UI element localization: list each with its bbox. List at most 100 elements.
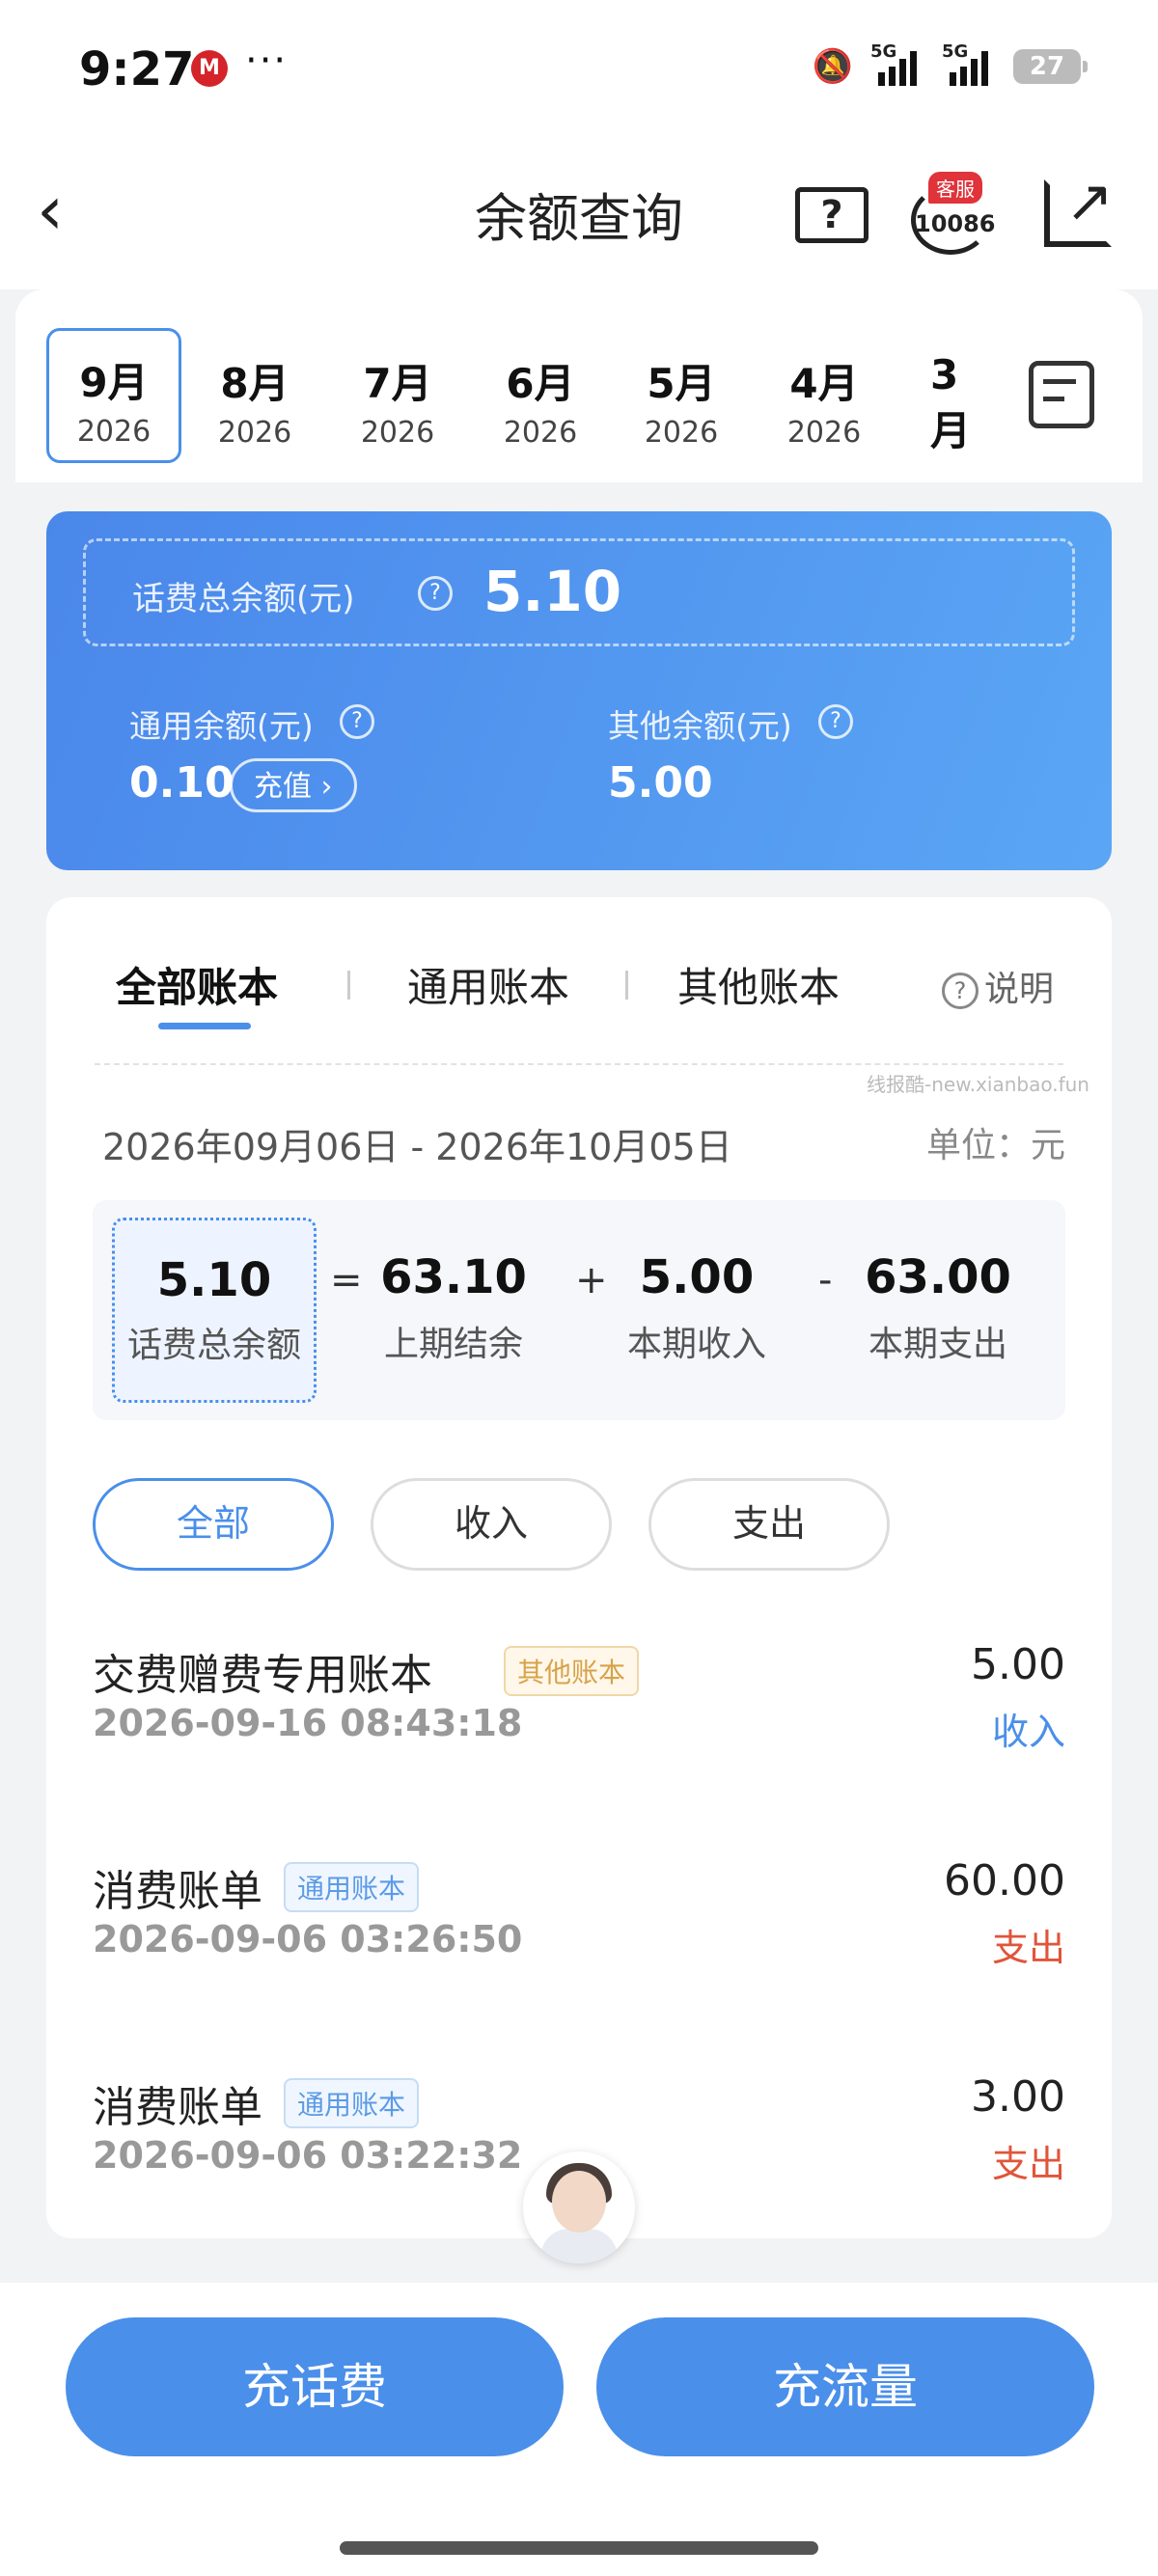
transaction-name: 消费账单 — [93, 1867, 262, 1916]
explain-label: 说明 — [984, 970, 1055, 1009]
month-tab-9[interactable]: 9月 2026 — [46, 328, 181, 463]
help-circle-icon[interactable]: ? — [340, 704, 374, 739]
other-balance-label: 其他余额(元) — [608, 707, 792, 745]
formula-label: 上期结余 — [383, 1325, 523, 1364]
network-type-label: 5G — [942, 41, 969, 62]
transaction-time: 2026-09-06 03:22:32 — [93, 2134, 523, 2177]
transaction-name: 消费账单 — [93, 2083, 262, 2132]
month-label: 5月 — [647, 360, 716, 407]
customer-service-icon[interactable]: 客服 10086 — [907, 168, 996, 255]
filter-all[interactable]: 全部 — [93, 1478, 334, 1571]
unit-label: 单位：元 — [925, 1126, 1065, 1165]
assistant-avatar[interactable] — [523, 2151, 635, 2263]
top-up-credit-button[interactable]: 充话费 — [66, 2317, 564, 2456]
help-circle-icon: ? — [942, 973, 979, 1009]
active-tab-indicator — [158, 1023, 251, 1029]
tab-all-ledger[interactable]: 全部账本 — [116, 955, 278, 1014]
formula-value: 5.00 — [639, 1250, 755, 1304]
transaction-type: 收入 — [991, 1711, 1065, 1753]
transaction-name: 交费赠费专用账本 — [93, 1651, 432, 1700]
transaction-amount: 60.00 — [944, 1856, 1065, 1905]
transaction-amount: 5.00 — [971, 1640, 1065, 1689]
bill-period: 2026年09月06日 - 2026年10月05日 — [102, 1126, 732, 1168]
formula-value: 63.00 — [865, 1250, 1011, 1304]
service-number: 10086 — [915, 210, 996, 237]
tab-divider — [625, 971, 628, 1000]
formula-total: 5.10 话费总余额 — [112, 1218, 317, 1403]
month-year: 2026 — [644, 416, 719, 450]
filter-income[interactable]: 收入 — [371, 1478, 612, 1571]
transaction-row[interactable]: 消费账单 通用账本 2026-09-06 03:26:50 60.00 支出 — [93, 1856, 1065, 1991]
tab-other-ledger[interactable]: 其他账本 — [677, 955, 840, 1014]
transaction-time: 2026-09-16 08:43:18 — [93, 1702, 523, 1744]
explain-link[interactable]: ? 说明 — [942, 961, 1054, 1011]
network-type-label: 5G — [870, 41, 897, 62]
other-balance-value: 5.00 — [608, 758, 713, 808]
tab-general-ledger[interactable]: 通用账本 — [407, 955, 569, 1014]
help-book-icon[interactable]: ? — [786, 168, 872, 255]
formula-income: 5.00 本期收入 — [591, 1200, 803, 1420]
avatar-face — [552, 2171, 606, 2233]
total-balance-label: 话费总余额(元) — [132, 580, 355, 618]
status-time: 9:27 — [79, 42, 195, 96]
month-year: 2026 — [217, 416, 292, 450]
ledger-badge: 其他账本 — [504, 1646, 640, 1696]
total-balance-value: 5.10 — [483, 559, 622, 624]
app-header: ‹ 余额查询 ? 客服 10086 ↗ — [0, 135, 1158, 289]
month-year: 2026 — [786, 416, 862, 450]
bottom-action-bar: 充话费 充流量 — [0, 2283, 1158, 2576]
help-circle-icon[interactable]: ? — [818, 704, 853, 739]
divider — [95, 1063, 1063, 1065]
help-circle-icon[interactable]: ? — [418, 576, 453, 611]
month-label: 7月 — [363, 360, 432, 407]
ledger-badge: 通用账本 — [284, 2078, 420, 2128]
balance-card: 话费总余额(元) ? 5.10 通用余额(元) ? 0.10 充值 › 其他余额… — [46, 511, 1112, 870]
total-balance-box: 话费总余额(元) ? 5.10 — [83, 538, 1075, 646]
status-indicators: 🔕 5G 5G 27 — [813, 41, 1088, 89]
transaction-amount: 3.00 — [971, 2072, 1065, 2122]
month-label: 4月 — [789, 360, 859, 407]
general-balance-label: 通用余额(元) — [129, 707, 314, 745]
month-year: 2026 — [503, 416, 578, 450]
transaction-row[interactable]: 交费赠费专用账本 其他账本 2026-09-16 08:43:18 5.00 收… — [93, 1640, 1065, 1775]
recharge-button[interactable]: 充值 › — [230, 758, 357, 812]
month-tab-4[interactable]: 4月 2026 — [757, 328, 892, 463]
month-tab-8[interactable]: 8月 2026 — [187, 328, 322, 463]
share-icon[interactable]: ↗ — [1036, 168, 1123, 255]
minus-sign: - — [818, 1258, 833, 1302]
scroll-fade — [965, 328, 1004, 463]
china-mobile-icon: M — [191, 50, 228, 87]
month-year: 2026 — [76, 415, 152, 449]
month-year: 2026 — [360, 416, 435, 450]
formula-value: 5.10 — [156, 1253, 272, 1307]
month-label: 8月 — [220, 360, 290, 407]
help-glyph: ? — [795, 187, 868, 243]
month-tab-5[interactable]: 5月 2026 — [614, 328, 749, 463]
month-tab-7[interactable]: 7月 2026 — [330, 328, 465, 463]
ledger-badge: 通用账本 — [284, 1862, 420, 1912]
service-tag: 客服 — [928, 172, 982, 204]
formula-expense: 63.00 本期支出 — [832, 1200, 1044, 1420]
formula-label: 本期收入 — [626, 1325, 766, 1364]
home-indicator — [340, 2541, 818, 2555]
transaction-type: 支出 — [991, 2143, 1065, 2185]
share-arrow: ↗ — [1065, 168, 1115, 235]
battery-icon: 27 — [1013, 49, 1088, 84]
filter-expense[interactable]: 支出 — [648, 1478, 890, 1571]
watermark: 线报酷-new.xianbao.fun — [867, 1073, 1089, 1096]
avatar-body — [540, 2229, 618, 2263]
top-up-data-button[interactable]: 充流量 — [596, 2317, 1094, 2456]
transaction-type: 支出 — [991, 1927, 1065, 1969]
month-tab-6[interactable]: 6月 2026 — [473, 328, 608, 463]
transaction-time: 2026-09-06 03:26:50 — [93, 1918, 523, 1960]
calendar-icon[interactable] — [1029, 361, 1094, 428]
tab-divider — [347, 971, 350, 1000]
formula-prev-balance: 63.10 上期结余 — [347, 1200, 560, 1420]
bill-card: 全部账本 通用账本 其他账本 ? 说明 线报酷-new.xianbao.fun 2… — [46, 897, 1112, 2238]
formula-label: 话费总余额 — [126, 1326, 301, 1365]
status-bar: 9:27 M ··· 🔕 5G 5G 27 — [0, 0, 1158, 135]
formula-value: 63.10 — [380, 1250, 527, 1304]
signal-icon: 5G — [870, 41, 924, 86]
general-balance-value: 0.10 — [129, 758, 234, 808]
formula-label: 本期支出 — [868, 1325, 1007, 1364]
